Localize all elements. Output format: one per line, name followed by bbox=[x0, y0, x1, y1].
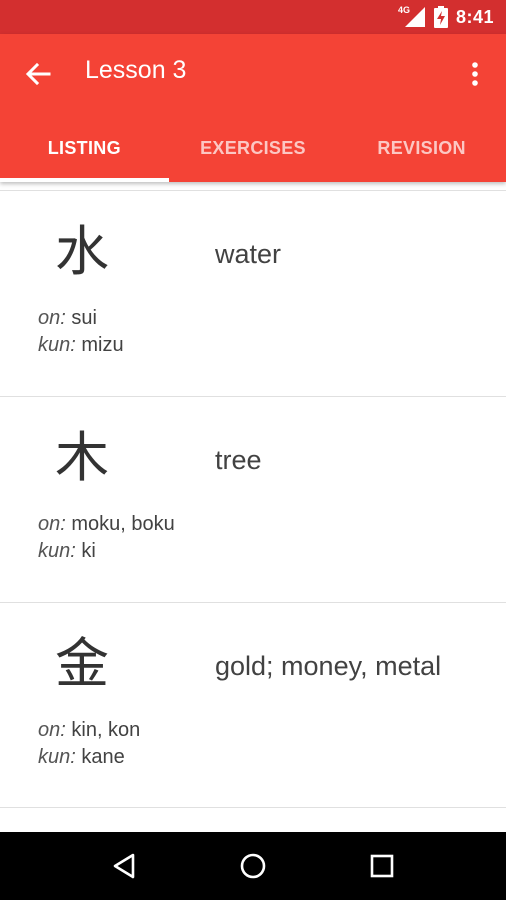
square-recents-icon bbox=[370, 854, 393, 878]
signal-icon: 4G bbox=[398, 5, 426, 29]
kanji-meaning: water bbox=[215, 239, 282, 269]
kanji-list: 水 water on: sui kun: mizu 木 tree on: mok… bbox=[0, 190, 506, 808]
network-type: 4G bbox=[397, 5, 410, 15]
list-item[interactable]: 水 water on: sui kun: mizu bbox=[0, 190, 506, 396]
on-label: on: bbox=[38, 307, 66, 329]
kanji-meaning: tree bbox=[215, 445, 262, 475]
tab-listing[interactable]: LISTING bbox=[0, 114, 169, 182]
kanji-readings: on: sui kun: mizu bbox=[38, 305, 124, 359]
on-label: on: bbox=[38, 513, 66, 535]
on-reading: on: kin, kon bbox=[38, 717, 140, 744]
tab-revision[interactable]: REVISION bbox=[337, 114, 506, 182]
kun-reading: kun: mizu bbox=[38, 332, 124, 359]
on-value: sui bbox=[71, 307, 97, 329]
kun-reading: kun: ki bbox=[38, 538, 175, 565]
on-value: moku, boku bbox=[71, 513, 175, 535]
toolbar: Lesson 3 bbox=[0, 34, 506, 114]
kun-label: kun: bbox=[38, 540, 76, 562]
page-title: Lesson 3 bbox=[85, 56, 187, 84]
kanji-character: 木 bbox=[55, 426, 109, 489]
circle-home-icon bbox=[240, 853, 266, 879]
nav-recents-button[interactable] bbox=[358, 842, 406, 890]
status-time: 8:41 bbox=[455, 6, 494, 27]
system-nav-bar bbox=[0, 832, 506, 900]
kun-value: mizu bbox=[81, 334, 124, 356]
kanji-meaning: gold; money, metal bbox=[215, 651, 442, 681]
tab-bar: LISTING EXERCISES REVISION bbox=[0, 114, 506, 182]
nav-back-button[interactable] bbox=[100, 842, 148, 890]
app-bar: Lesson 3 LISTING EXERCISES REVISION bbox=[0, 34, 506, 182]
overflow-menu-button[interactable] bbox=[460, 56, 490, 92]
kun-label: kun: bbox=[38, 334, 76, 356]
on-value: kin, kon bbox=[71, 719, 141, 741]
arrow-left-icon bbox=[25, 62, 51, 86]
kun-reading: kun: kane bbox=[38, 744, 140, 771]
back-button[interactable] bbox=[16, 54, 60, 94]
on-reading: on: sui bbox=[38, 305, 124, 332]
kun-label: kun: bbox=[38, 746, 76, 768]
kanji-character: 水 bbox=[55, 220, 109, 283]
nav-home-button[interactable] bbox=[229, 842, 277, 890]
list-item[interactable]: 金 gold; money, metal on: kin, kon kun: k… bbox=[0, 602, 506, 808]
battery-charging-icon bbox=[433, 6, 448, 28]
status-bar: 4G 8:41 bbox=[0, 0, 506, 34]
on-label: on: bbox=[38, 719, 66, 741]
kanji-character: 金 bbox=[55, 632, 109, 695]
kanji-readings: on: kin, kon kun: kane bbox=[38, 717, 140, 771]
more-vert-icon bbox=[472, 62, 478, 86]
on-reading: on: moku, boku bbox=[38, 511, 175, 538]
triangle-back-icon bbox=[114, 853, 135, 879]
list-item[interactable]: 木 tree on: moku, boku kun: ki bbox=[0, 396, 506, 602]
kun-value: ki bbox=[81, 540, 96, 562]
kanji-readings: on: moku, boku kun: ki bbox=[38, 511, 175, 565]
kun-value: kane bbox=[81, 746, 125, 768]
tab-exercises[interactable]: EXERCISES bbox=[169, 114, 338, 182]
